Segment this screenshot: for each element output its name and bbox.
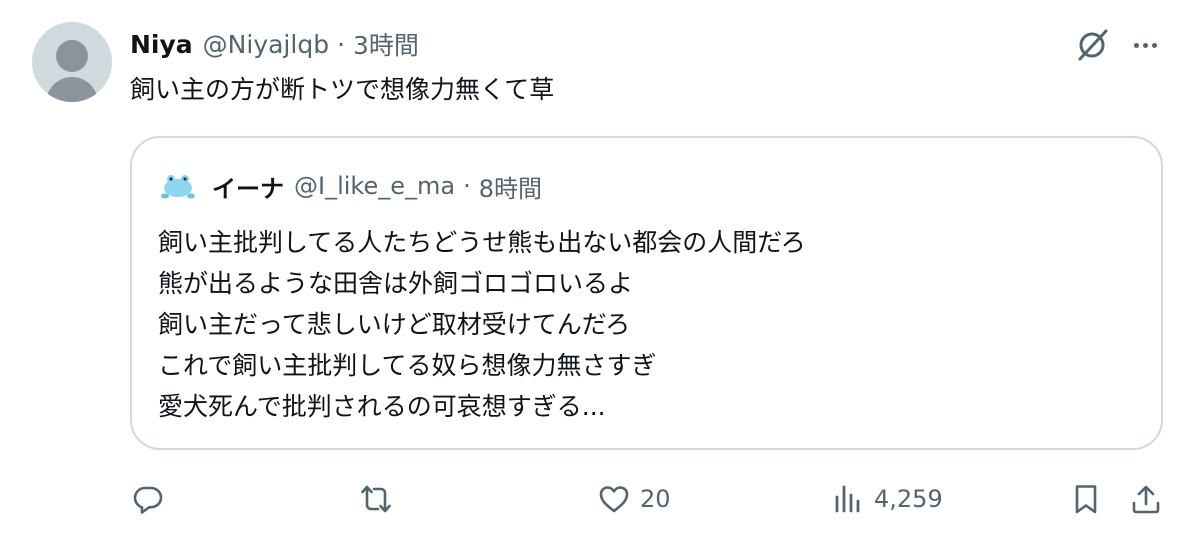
share-icon	[1132, 485, 1160, 514]
more-dot	[1142, 42, 1148, 48]
quoted-post-header: イーナ @I_like_e_ma · 8時間	[212, 170, 542, 203]
author-avatar[interactable]	[32, 22, 112, 102]
author-handle[interactable]: @Niyajlqb	[203, 30, 329, 59]
avatar-body-shape	[46, 77, 98, 102]
share-button[interactable]	[1130, 474, 1162, 524]
avatar-head-shape	[56, 40, 88, 72]
quoted-text-line: これで飼い主批判してる奴ら想像力無さすぎ	[158, 351, 657, 380]
quoted-text-line: 飼い主だって悲しいけど取材受けてんだろ	[158, 310, 631, 339]
more-dot	[1151, 42, 1157, 48]
views-chart-icon	[835, 485, 860, 513]
more-dot	[1133, 42, 1139, 48]
quoted-post-time: 8時間	[478, 174, 542, 203]
post-time[interactable]: 3時間	[353, 26, 419, 62]
retweet-button[interactable]	[360, 474, 392, 524]
views-count: 4,259	[874, 485, 943, 513]
quoted-author-name: イーナ	[212, 174, 284, 203]
quoted-post-text: 飼い主批判してる人たちどうせ熊も出ない都会の人間だろ 熊が出るような田舎は外飼ゴ…	[158, 222, 806, 427]
views-button[interactable]: 4,259	[832, 474, 943, 524]
quoted-header-separator: ·	[463, 172, 471, 200]
post-text: 飼い主の方が断トツで想像力無くて草	[130, 75, 555, 104]
grok-icon[interactable]	[1072, 27, 1112, 63]
post-header: Niya @Niyajlqb · 3時間	[130, 26, 419, 62]
bookmark-button[interactable]	[1070, 474, 1102, 524]
quoted-author-avatar[interactable]	[160, 171, 196, 201]
quoted-text-line: 愛犬死んで批判されるの可哀想すぎる...	[158, 392, 606, 421]
heart-icon	[599, 486, 629, 513]
reply-icon	[133, 486, 163, 514]
like-count: 20	[640, 485, 671, 513]
retweet-icon	[361, 485, 391, 513]
quoted-text-line: 飼い主批判してる人たちどうせ熊も出ない都会の人間だろ	[158, 228, 806, 257]
action-bar: 20 4,259	[0, 474, 1196, 524]
more-options-icon[interactable]	[1127, 27, 1163, 63]
quoted-author-handle: @I_like_e_ma	[294, 172, 456, 200]
quoted-post-card[interactable]: イーナ @I_like_e_ma · 8時間 飼い主批判してる人たちどうせ熊も出…	[130, 136, 1163, 450]
reply-button[interactable]	[132, 474, 164, 524]
like-button[interactable]: 20	[598, 474, 671, 524]
author-name[interactable]: Niya	[130, 30, 193, 59]
header-separator: ·	[337, 29, 346, 59]
quoted-text-line: 熊が出るような田舎は外飼ゴロゴロいるよ	[158, 269, 634, 298]
bookmark-icon	[1075, 485, 1097, 514]
